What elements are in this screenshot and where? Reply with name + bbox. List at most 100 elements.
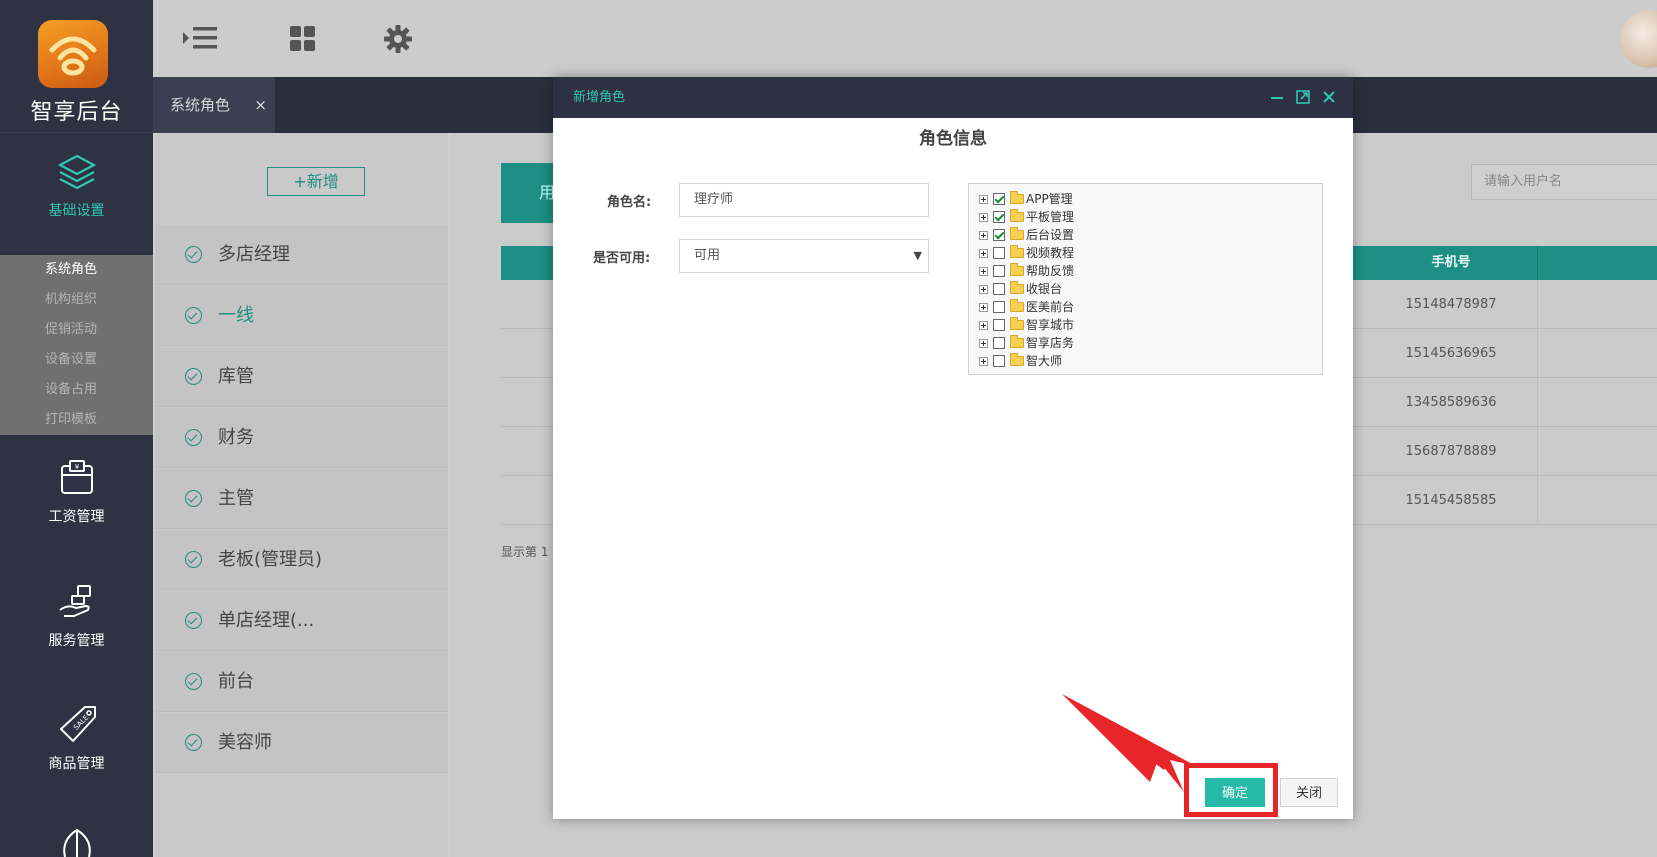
tree-checkbox[interactable] — [993, 265, 1005, 277]
role-item[interactable]: 单店经理(... — [155, 591, 448, 651]
hand-service-icon — [58, 585, 91, 617]
nav-basic-settings[interactable]: 基础设置 — [0, 152, 153, 220]
tree-checkbox[interactable] — [993, 283, 1005, 295]
enabled-label: 是否可用: — [593, 251, 651, 266]
tree-checkbox[interactable] — [993, 247, 1005, 259]
highlight-box — [1184, 763, 1278, 817]
role-item[interactable]: 主管 — [155, 469, 448, 529]
grid-apps-icon[interactable] — [287, 22, 319, 54]
close-button[interactable]: 关闭 — [1280, 778, 1338, 807]
expand-icon[interactable] — [979, 249, 988, 258]
nav-salary[interactable]: ¥ 工资管理 — [0, 458, 153, 526]
username-search-input[interactable]: 请输入用户名 — [1471, 164, 1657, 200]
role-item[interactable]: 库管 — [155, 347, 448, 407]
nav-goods[interactable]: SALE 商品管理 — [0, 703, 153, 773]
expand-icon[interactable] — [979, 303, 988, 312]
subnav-device-occupancy[interactable]: 设备占用 — [0, 375, 153, 405]
dialog-header: 新增角色 — [553, 77, 1353, 118]
dropdown-arrow-icon: ▼ — [913, 249, 922, 262]
expand-icon[interactable] — [979, 339, 988, 348]
layers-icon — [57, 154, 96, 190]
role-item[interactable]: 多店经理 — [155, 225, 448, 285]
dialog-title: 新增角色 — [573, 90, 626, 105]
close-icon[interactable] — [1321, 89, 1337, 105]
tab-close-icon[interactable]: × — [254, 77, 267, 133]
expand-icon[interactable] — [979, 231, 988, 240]
expand-icon[interactable] — [979, 285, 988, 294]
check-circle-icon — [185, 368, 202, 385]
minimize-icon[interactable] — [1269, 89, 1285, 105]
left-rail: 智享后台 基础设置 系统角色 机构组织 促销活动 设备设置 设备占用 打印模板 … — [0, 0, 153, 857]
tree-node[interactable]: 帮助反馈 — [969, 262, 1322, 280]
check-circle-icon — [185, 429, 202, 446]
subnav-promotions[interactable]: 促销活动 — [0, 315, 153, 345]
gear-icon[interactable] — [381, 22, 415, 56]
expand-icon[interactable] — [979, 357, 988, 366]
folder-icon — [1010, 299, 1024, 312]
check-circle-icon — [185, 246, 202, 263]
tree-node[interactable]: 后台设置 — [969, 226, 1322, 244]
check-circle-icon — [185, 612, 202, 629]
subnav-print-templates[interactable]: 打印模板 — [0, 405, 153, 435]
tree-node[interactable]: 视频教程 — [969, 244, 1322, 262]
svg-text:¥: ¥ — [74, 463, 79, 471]
check-circle-icon — [185, 307, 202, 324]
tree-node[interactable]: 智享城市 — [969, 316, 1322, 334]
role-item[interactable]: 一线 — [155, 286, 448, 346]
maximize-icon[interactable] — [1295, 89, 1311, 105]
role-name-label: 角色名: — [607, 195, 652, 210]
tree-checkbox[interactable] — [993, 355, 1005, 367]
crown-icon — [62, 828, 91, 857]
subnav: 系统角色 机构组织 促销活动 设备设置 设备占用 打印模板 — [0, 255, 153, 435]
subnav-org[interactable]: 机构组织 — [0, 285, 153, 315]
tree-node[interactable]: 收银台 — [969, 280, 1322, 298]
folder-icon — [1010, 263, 1024, 276]
menu-collapse-icon[interactable] — [181, 22, 221, 54]
top-bar — [153, 0, 1657, 77]
folder-icon — [1010, 227, 1024, 240]
subnav-device-settings[interactable]: 设备设置 — [0, 345, 153, 375]
role-item[interactable]: 美容师 — [155, 713, 448, 773]
expand-icon[interactable] — [979, 195, 988, 204]
subnav-system-roles[interactable]: 系统角色 — [0, 255, 153, 285]
folder-icon — [1010, 245, 1024, 258]
app-logo-text: 智享后台 — [30, 100, 123, 125]
folder-icon — [1010, 317, 1024, 330]
check-circle-icon — [185, 673, 202, 690]
role-list-panel: +新增 多店经理 一线 库管 财务 主管 老板(管理员) 单店经理(... 前台… — [155, 133, 448, 857]
tree-checkbox[interactable] — [993, 229, 1005, 241]
check-circle-icon — [185, 551, 202, 568]
expand-icon[interactable] — [979, 213, 988, 222]
tree-node[interactable]: 平板管理 — [969, 208, 1322, 226]
tree-checkbox[interactable] — [993, 337, 1005, 349]
sale-tag-icon: SALE — [59, 706, 96, 742]
tree-checkbox[interactable] — [993, 193, 1005, 205]
add-role-button[interactable]: +新增 — [267, 167, 365, 196]
tree-node[interactable]: 智享店务 — [969, 334, 1322, 352]
folder-icon — [1010, 209, 1024, 222]
tree-checkbox[interactable] — [993, 301, 1005, 313]
enabled-select[interactable]: 可用 ▼ — [679, 239, 929, 273]
users-tab[interactable]: 用 — [501, 163, 561, 223]
folder-icon — [1010, 353, 1024, 366]
check-circle-icon — [185, 490, 202, 507]
column-phone: 手机号 — [1431, 255, 1471, 270]
tree-node[interactable]: 医美前台 — [969, 298, 1322, 316]
role-name-input[interactable]: 理疗师 — [679, 183, 929, 217]
role-item[interactable]: 老板(管理员) — [155, 530, 448, 590]
expand-icon[interactable] — [979, 267, 988, 276]
permission-tree: APP管理 平板管理 后台设置 视频教程 帮助反馈 收银台 医美前台 智享城市 … — [968, 183, 1323, 375]
role-item[interactable]: 财务 — [155, 408, 448, 468]
tree-node[interactable]: 智大师 — [969, 352, 1322, 370]
tree-checkbox[interactable] — [993, 319, 1005, 331]
wallet-icon: ¥ — [60, 460, 93, 494]
tree-node[interactable]: APP管理 — [969, 190, 1322, 208]
nav-service[interactable]: 服务管理 — [0, 582, 153, 650]
role-item[interactable]: 前台 — [155, 652, 448, 712]
tab-system-roles[interactable]: 系统角色 × — [153, 77, 275, 133]
folder-icon — [1010, 335, 1024, 348]
tree-checkbox[interactable] — [993, 211, 1005, 223]
nav-more[interactable] — [0, 826, 153, 857]
expand-icon[interactable] — [979, 321, 988, 330]
app-logo — [38, 20, 108, 88]
